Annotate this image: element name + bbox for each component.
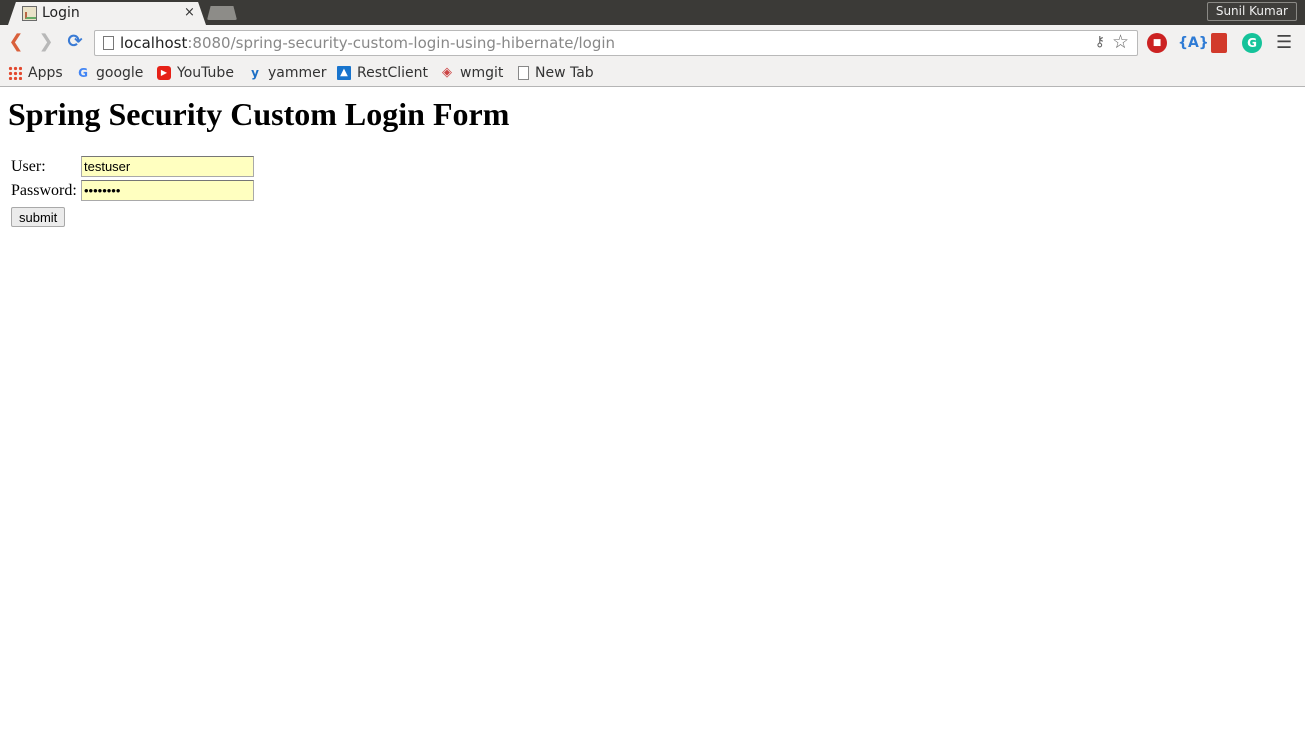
favicon-icon: [22, 6, 37, 21]
forward-icon[interactable]: ❯: [36, 32, 56, 52]
page-icon: [518, 66, 529, 80]
bookmark-apps[interactable]: Apps: [8, 63, 63, 83]
tab-login[interactable]: Login ×: [8, 2, 206, 25]
close-icon[interactable]: ×: [184, 5, 195, 20]
bookmark-google[interactable]: G google: [76, 63, 143, 83]
page-title: Spring Security Custom Login Form: [8, 96, 510, 132]
address-bar[interactable]: localhost:8080/spring-security-custom-lo…: [94, 30, 1138, 56]
bookmark-yammer[interactable]: y yammer: [248, 63, 326, 83]
bookmark-extension-icon[interactable]: [1211, 33, 1227, 53]
star-icon[interactable]: ☆: [1112, 31, 1129, 53]
reload-icon[interactable]: ⟳: [65, 32, 85, 52]
youtube-icon: ▶: [157, 66, 171, 80]
menu-icon[interactable]: ☰: [1276, 33, 1292, 53]
back-icon[interactable]: ❮: [6, 32, 26, 52]
user-label: User:: [11, 158, 46, 175]
bookmark-youtube[interactable]: ▶ YouTube: [157, 63, 234, 83]
password-input[interactable]: [81, 180, 254, 201]
yammer-icon: y: [251, 66, 259, 80]
bookmarks-bar: Apps G google ▶ YouTube y yammer ▲ RestC…: [0, 60, 1305, 87]
tab-strip: Login × Sunil Kumar: [0, 0, 1305, 25]
apps-icon: [8, 66, 22, 80]
password-label: Password:: [11, 182, 77, 199]
adblock-icon[interactable]: ■: [1147, 33, 1167, 53]
browser-toolbar: ❮ ❯ ⟳ localhost:8080/spring-security-cus…: [0, 25, 1305, 60]
new-tab-button[interactable]: [207, 6, 237, 20]
wmgit-icon: ◈: [442, 65, 452, 80]
page-content: Spring Security Custom Login Form User: …: [0, 88, 1305, 744]
google-icon: G: [78, 66, 88, 80]
tab-title: Login: [42, 5, 80, 21]
restclient-icon: ▲: [337, 66, 351, 80]
extension-a-icon[interactable]: {A}: [1178, 33, 1209, 53]
grammarly-icon[interactable]: G: [1242, 33, 1262, 53]
bookmark-new-tab[interactable]: New Tab: [518, 63, 594, 83]
username-input[interactable]: [81, 156, 254, 177]
page-icon: [103, 36, 114, 50]
url-text[interactable]: localhost:8080/spring-security-custom-lo…: [120, 34, 615, 52]
bookmark-restclient[interactable]: ▲ RestClient: [337, 63, 428, 83]
submit-button[interactable]: submit: [11, 207, 66, 227]
key-icon[interactable]: ⚷: [1095, 34, 1105, 50]
profile-button[interactable]: Sunil Kumar: [1206, 2, 1297, 21]
bookmark-wmgit[interactable]: ◈ wmgit: [440, 63, 503, 83]
